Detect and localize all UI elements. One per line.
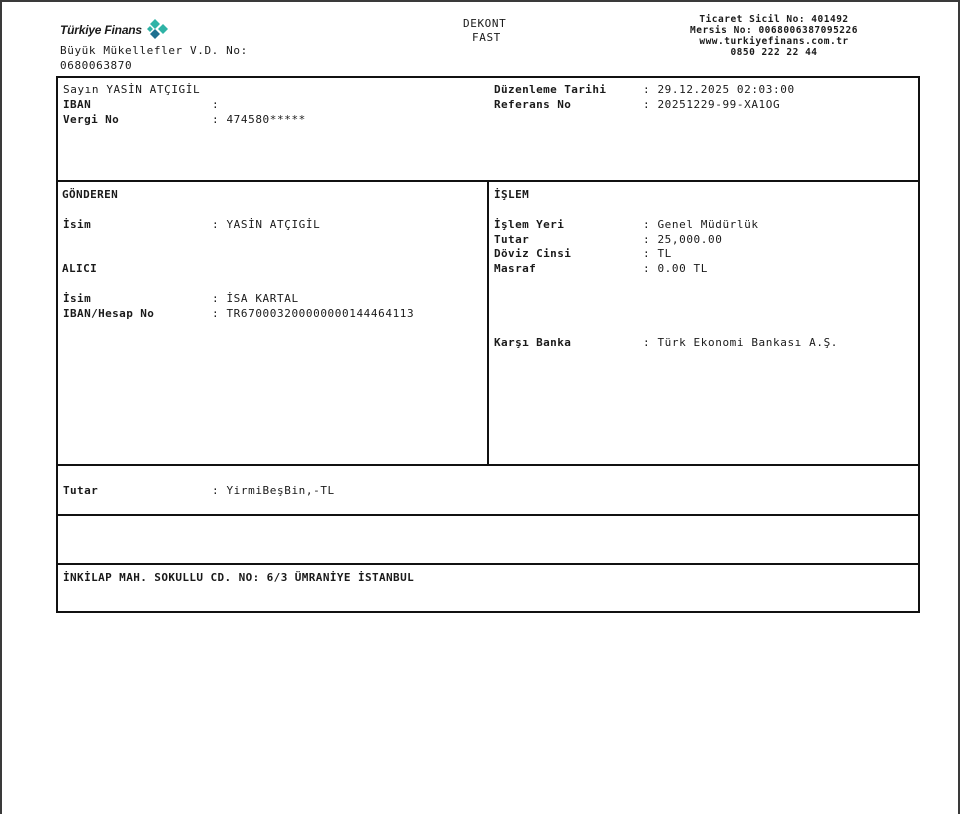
transaction-currency-value: : TL bbox=[643, 247, 672, 260]
brand-logo-text: Türkiye Finans bbox=[60, 23, 142, 37]
sender-name-label: İsim bbox=[63, 218, 92, 231]
tax-office-label: Büyük Mükellefler V.D. No: bbox=[60, 44, 248, 57]
customer-tax-label: Vergi No bbox=[63, 113, 120, 126]
transaction-place-label: İşlem Yeri bbox=[494, 218, 565, 231]
document-subtitle: FAST bbox=[472, 31, 501, 44]
customer-tax-value: : 474580***** bbox=[212, 113, 306, 126]
sender-name-value: : YASİN ATÇIGİL bbox=[212, 218, 321, 231]
details-divider bbox=[487, 180, 489, 466]
sender-section-title: GÖNDEREN bbox=[62, 188, 119, 201]
tax-office-number: 0680063870 bbox=[60, 59, 133, 72]
issue-date-label: Düzenleme Tarihi bbox=[494, 83, 607, 96]
amount-words-value: : YirmiBeşBin,-TL bbox=[212, 484, 335, 497]
reference-label: Referans No bbox=[494, 98, 572, 111]
receiver-iban-value: : TR670003200000000144464113 bbox=[212, 307, 415, 320]
transaction-section-title: İŞLEM bbox=[494, 188, 530, 201]
customer-greeting: Sayın YASİN ATÇIGİL bbox=[63, 83, 201, 96]
transaction-amount-label: Tutar bbox=[494, 233, 530, 246]
customer-iban-label: IBAN bbox=[63, 98, 92, 111]
counter-bank-label: Karşı Banka bbox=[494, 336, 572, 349]
reference-value: : 20251229-99-XA1OG bbox=[643, 98, 781, 111]
transaction-fee-label: Masraf bbox=[494, 262, 537, 275]
phone-number: 0850 222 22 44 bbox=[730, 47, 818, 58]
transaction-place-value: : Genel Müdürlük bbox=[643, 218, 759, 231]
receiver-name-value: : İSA KARTAL bbox=[212, 292, 299, 305]
issue-date-value: : 29.12.2025 02:03:00 bbox=[643, 83, 795, 96]
amount-words-label: Tutar bbox=[63, 484, 99, 497]
transaction-amount-value: : 25,000.00 bbox=[643, 233, 723, 246]
document-title: DEKONT bbox=[463, 17, 507, 30]
customer-iban-value: : bbox=[212, 98, 220, 111]
counter-bank-value: : Türk Ekonomi Bankası A.Ş. bbox=[643, 336, 839, 349]
amount-words-box bbox=[56, 464, 920, 516]
website-link[interactable]: www.turkiyefinans.com.tr bbox=[654, 36, 894, 47]
mersis-number: Mersis No: 0068006387095226 bbox=[690, 25, 858, 36]
transaction-currency-label: Döviz Cinsi bbox=[494, 247, 572, 260]
receiver-name-label: İsim bbox=[63, 292, 92, 305]
empty-box bbox=[56, 514, 920, 565]
branch-address: İNKİLAP MAH. SOKULLU CD. NO: 6/3 ÜMRANİY… bbox=[63, 571, 415, 584]
logo-mark-icon bbox=[147, 19, 168, 39]
transaction-fee-value: : 0.00 TL bbox=[643, 262, 709, 275]
receiver-iban-label: IBAN/Hesap No bbox=[63, 307, 155, 320]
receiver-section-title: ALICI bbox=[62, 262, 98, 275]
trade-registry: Ticaret Sicil No: 401492 bbox=[699, 14, 849, 25]
